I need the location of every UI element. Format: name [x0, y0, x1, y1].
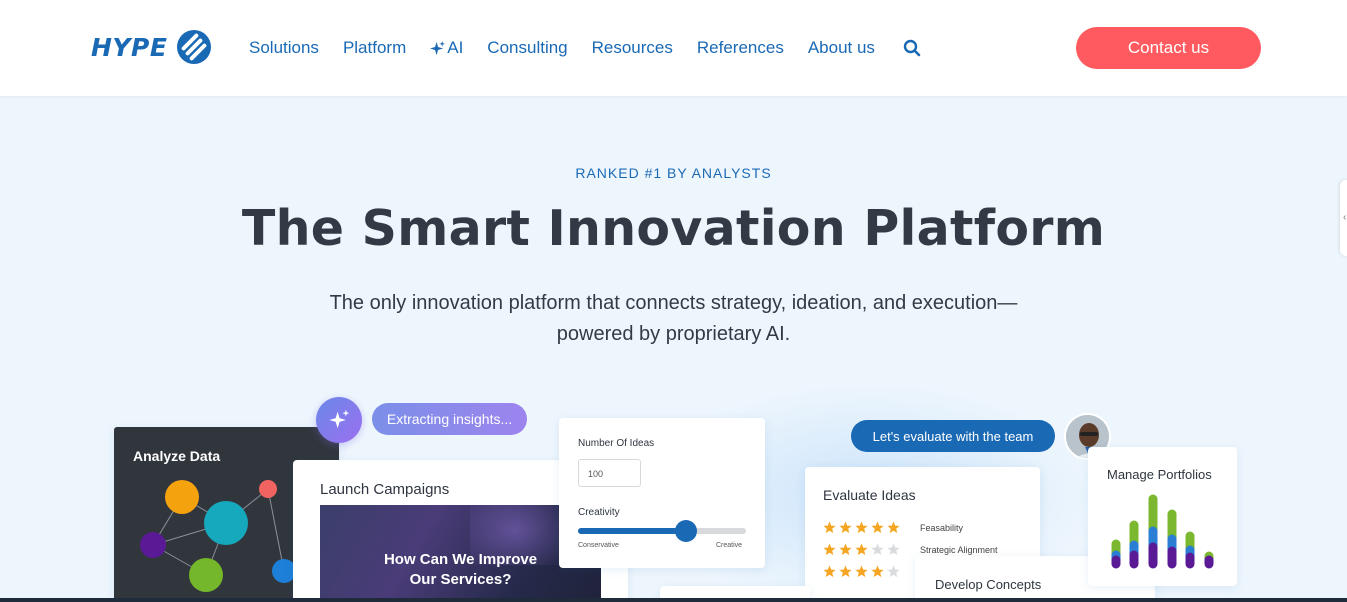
- slider-max-label: Creative: [716, 542, 743, 549]
- star-icon: [823, 521, 836, 533]
- sparkle-icon: [430, 40, 446, 55]
- star-icon: [839, 543, 852, 555]
- campaign-image-text-line-2: Our Services?: [409, 571, 512, 588]
- star-icon: [887, 543, 900, 555]
- search-icon[interactable]: [903, 39, 921, 57]
- hero-eyebrow: RANKED #1 BY ANALYSTS: [575, 165, 772, 181]
- nav-ai-label: AI: [447, 38, 464, 57]
- nav-about-us[interactable]: About us: [808, 38, 875, 58]
- star-icon: [871, 521, 884, 533]
- main-nav: Solutions Platform AI Consulting Resourc…: [249, 38, 921, 58]
- sparkle-icon: [329, 409, 350, 429]
- idea-settings-card: Number Of Ideas 100 Creativity Conservat…: [559, 418, 765, 568]
- hero-subtitle-line-2: powered by proprietary AI.: [556, 323, 791, 345]
- star-icon: [855, 543, 868, 555]
- site-header: HYPE Solutions Platform AI Consulting Re…: [0, 0, 1347, 96]
- number-of-ideas-input[interactable]: 100: [578, 459, 641, 487]
- nav-consulting[interactable]: Consulting: [487, 38, 567, 58]
- rating-label: Feasability: [920, 522, 964, 533]
- number-of-ideas-label: Number Of Ideas: [578, 438, 655, 449]
- evaluate-ideas-title: Evaluate Ideas: [823, 487, 916, 503]
- star-rating: [823, 565, 920, 578]
- nav-resources[interactable]: Resources: [592, 38, 673, 58]
- hype-logo[interactable]: HYPE: [91, 30, 212, 64]
- hero-subtitle-line-1: The only innovation platform that connec…: [329, 292, 1018, 314]
- bottom-edge: [0, 598, 1347, 602]
- star-rating: [823, 543, 920, 556]
- ai-sparkle-badge: [316, 397, 362, 443]
- star-icon: [823, 565, 836, 577]
- logo-text: HYPE: [91, 32, 168, 62]
- star-icon: [839, 521, 852, 533]
- creativity-label: Creativity: [578, 507, 620, 518]
- portfolio-bar-chart: [1111, 494, 1214, 569]
- star-rating: [823, 521, 920, 534]
- rating-row: Feasability: [823, 521, 963, 534]
- star-icon: [855, 565, 868, 577]
- star-icon: [871, 565, 884, 577]
- logo-mark-icon: [177, 30, 212, 64]
- rating-label: Strategic Alignment: [920, 544, 998, 555]
- slider-min-label: Conservative: [578, 542, 619, 549]
- star-icon: [887, 521, 900, 533]
- nav-solutions[interactable]: Solutions: [249, 38, 319, 58]
- hero-subtitle: The only innovation platform that connec…: [293, 288, 1054, 350]
- launch-campaigns-title: Launch Campaigns: [320, 481, 450, 498]
- contact-us-button[interactable]: Contact us: [1076, 27, 1261, 69]
- star-icon: [823, 543, 836, 555]
- develop-concepts-title: Develop Concepts: [935, 577, 1042, 592]
- extracting-insights-pill: Extracting insights...: [372, 403, 527, 435]
- star-icon: [887, 565, 900, 577]
- nav-platform[interactable]: Platform: [343, 38, 406, 58]
- hero-title: The Smart Innovation Platform: [241, 200, 1106, 257]
- creativity-slider[interactable]: [578, 520, 746, 542]
- creativity-slider-fill: [578, 528, 686, 534]
- nav-references[interactable]: References: [697, 38, 784, 58]
- evaluate-with-team-pill: Let's evaluate with the team: [851, 420, 1055, 452]
- star-icon: [855, 521, 868, 533]
- star-icon: [839, 565, 852, 577]
- creativity-slider-handle[interactable]: [674, 520, 697, 542]
- rating-row: Strategic Alignment: [823, 543, 998, 556]
- manage-portfolios-card: Manage Portfolios: [1088, 447, 1237, 586]
- star-icon: [871, 543, 884, 555]
- nav-ai[interactable]: AI: [430, 38, 463, 58]
- rating-row: [823, 565, 920, 578]
